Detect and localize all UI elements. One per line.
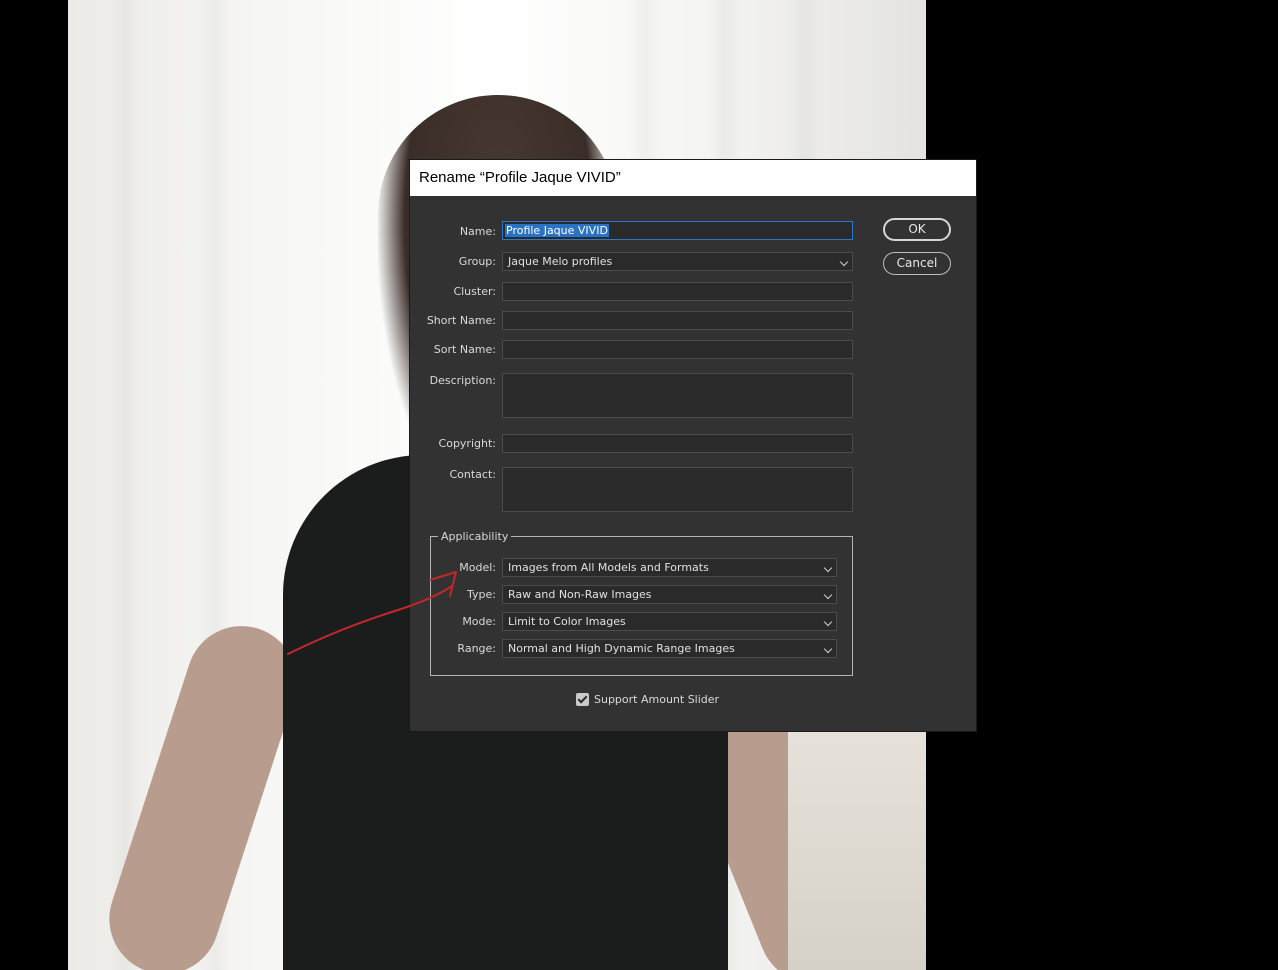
- copyright-label: Copyright:: [438, 437, 496, 450]
- annotation-arrow: [287, 571, 457, 655]
- applicability-title: Applicability: [438, 530, 512, 543]
- support-amount-slider-label: Support Amount Slider: [594, 693, 720, 706]
- short-name-field[interactable]: [502, 311, 853, 330]
- cancel-button[interactable]: Cancel: [883, 252, 951, 275]
- short-name-label: Short Name:: [426, 314, 496, 327]
- copyright-field[interactable]: [502, 434, 853, 453]
- model-dropdown[interactable]: Images from All Models and Formats: [502, 558, 837, 577]
- mode-dropdown[interactable]: Limit to Color Images: [502, 612, 837, 631]
- description-label: Description:: [429, 374, 496, 387]
- range-dropdown-value: Normal and High Dynamic Range Images: [508, 642, 735, 655]
- group-dropdown-value: Jaque Melo profiles: [508, 255, 613, 268]
- chevron-down-icon: [823, 590, 833, 600]
- name-field-selected-text: Profile Jaque VIVID: [505, 224, 609, 237]
- cluster-field[interactable]: [502, 282, 853, 301]
- description-field[interactable]: [502, 373, 853, 418]
- rename-profile-dialog: Rename “Profile Jaque VIVID” Name: Profi…: [409, 159, 977, 732]
- annotation-arrow-stroke: [287, 585, 453, 655]
- mode-dropdown-value: Limit to Color Images: [508, 615, 626, 628]
- sort-name-label: Sort Name:: [433, 343, 496, 356]
- range-dropdown[interactable]: Normal and High Dynamic Range Images: [502, 639, 837, 658]
- sort-name-field[interactable]: [502, 340, 853, 359]
- ok-button[interactable]: OK: [883, 218, 951, 241]
- type-dropdown[interactable]: Raw and Non-Raw Images: [502, 585, 837, 604]
- contact-field[interactable]: [502, 467, 853, 512]
- chevron-down-icon: [839, 257, 849, 267]
- name-label: Name:: [459, 225, 496, 238]
- type-dropdown-value: Raw and Non-Raw Images: [508, 588, 652, 601]
- name-field[interactable]: Profile Jaque VIVID: [502, 221, 853, 240]
- model-dropdown-value: Images from All Models and Formats: [508, 561, 709, 574]
- background-floor: [788, 720, 926, 970]
- group-label: Group:: [458, 255, 496, 268]
- dialog-content: Name: Profile Jaque VIVID Group: Jaque M…: [410, 196, 976, 731]
- dialog-title: Rename “Profile Jaque VIVID”: [410, 160, 976, 196]
- chevron-down-icon: [823, 563, 833, 573]
- contact-label: Contact:: [449, 468, 496, 481]
- chevron-down-icon: [823, 644, 833, 654]
- chevron-down-icon: [823, 617, 833, 627]
- cluster-label: Cluster:: [453, 285, 496, 298]
- group-dropdown[interactable]: Jaque Melo profiles: [502, 252, 853, 271]
- support-amount-slider-checkbox[interactable]: [576, 693, 589, 706]
